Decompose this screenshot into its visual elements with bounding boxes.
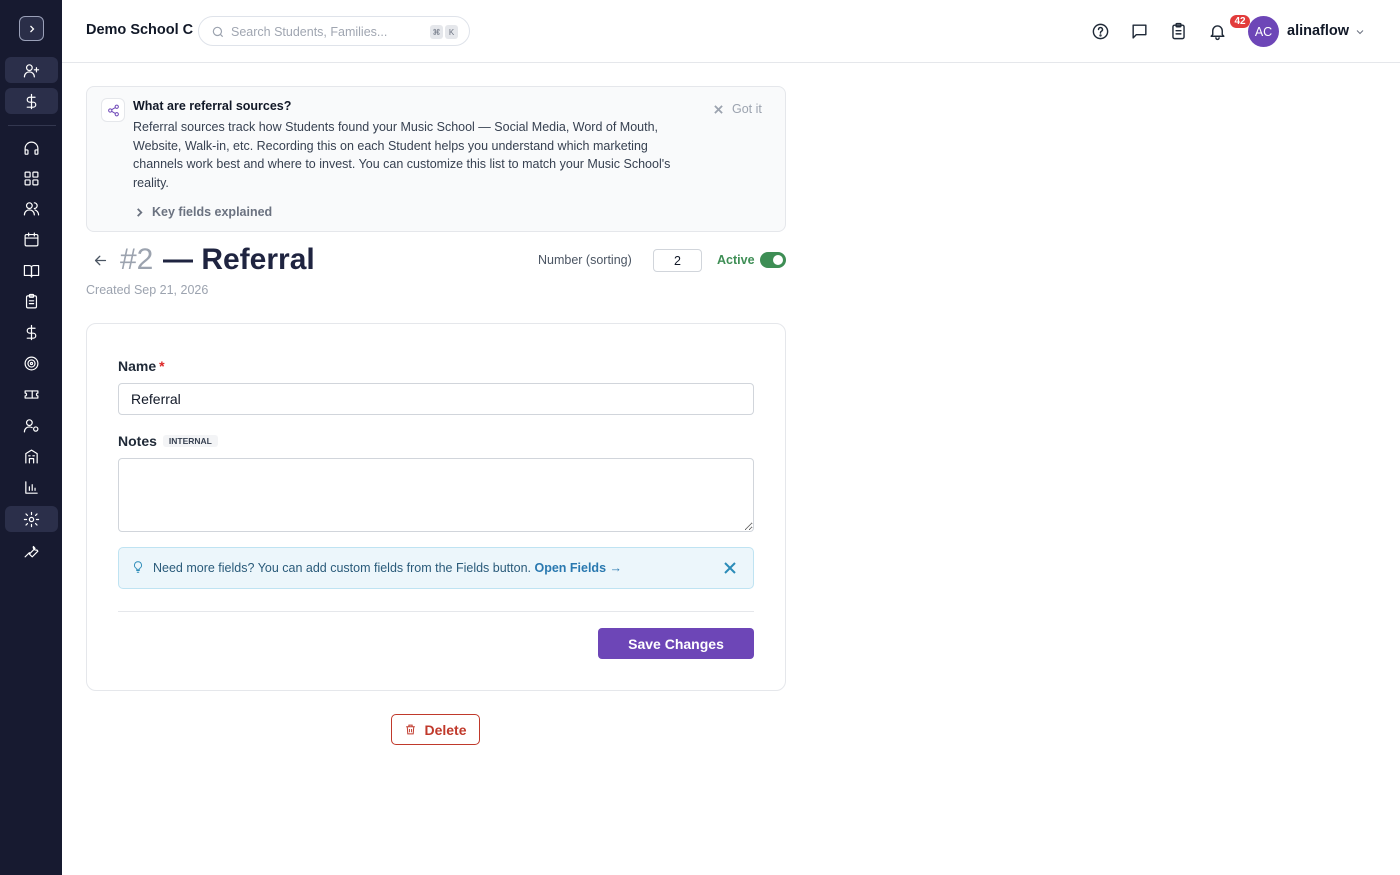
avatar[interactable]: AC	[1248, 16, 1279, 47]
wrench-icon	[24, 545, 39, 557]
bar-chart-icon	[25, 480, 38, 494]
dollar-icon	[26, 93, 37, 109]
back-button[interactable]	[92, 252, 110, 270]
notes-label-text: Notes	[118, 433, 157, 449]
created-date: Created Sep 21, 2026	[86, 283, 209, 297]
target-icon	[24, 356, 39, 370]
building-icon	[25, 449, 38, 463]
search-icon	[212, 26, 224, 38]
sidebar	[0, 0, 62, 875]
sidebar-item-lessons[interactable]	[5, 257, 58, 283]
tip-message: Need more fields? You can add custom fie…	[153, 561, 622, 575]
sidebar-item-staff[interactable]	[5, 412, 58, 438]
key-fields-label: Key fields explained	[152, 205, 273, 219]
sidebar-item-events[interactable]	[5, 381, 58, 407]
internal-badge: INTERNAL	[162, 435, 218, 447]
form-divider	[118, 611, 754, 612]
search-box[interactable]: ⌘ K	[198, 16, 470, 46]
message-square-icon	[1131, 23, 1147, 39]
active-toggle[interactable]	[760, 252, 786, 268]
required-mark: *	[159, 358, 165, 374]
info-title: What are referral sources?	[133, 99, 292, 113]
page-title: — Referral	[163, 243, 315, 276]
close-icon	[724, 562, 736, 574]
clipboard-icon	[25, 293, 38, 308]
sorting-number-label: Number (sorting)	[538, 253, 632, 267]
bell-icon	[1209, 24, 1225, 40]
search-input[interactable]	[231, 22, 421, 42]
shortcut-key-cmd: ⌘	[430, 25, 443, 39]
sidebar-item-attendance[interactable]	[5, 288, 58, 314]
close-icon	[714, 104, 723, 114]
sidebar-item-payment[interactable]	[5, 88, 58, 114]
user-plus-icon	[23, 63, 40, 77]
users-icon	[23, 201, 40, 215]
open-fields-link[interactable]: Open Fields →	[534, 561, 622, 575]
sidebar-item-settings[interactable]	[5, 506, 58, 532]
headset-icon	[24, 141, 39, 155]
clipboard-list-icon	[1171, 22, 1185, 39]
sidebar-item-students[interactable]	[5, 195, 58, 221]
chevron-right-icon	[137, 207, 143, 217]
share-icon	[101, 98, 125, 122]
lightbulb-icon	[131, 560, 146, 575]
help-button[interactable]	[1089, 20, 1111, 42]
username[interactable]: alinaflow	[1287, 23, 1349, 39]
sidebar-item-add-student[interactable]	[5, 57, 58, 83]
user-menu-toggle[interactable]	[1354, 25, 1366, 37]
record-number: #2	[120, 243, 154, 276]
arrow-left-icon	[94, 255, 107, 266]
top-bar: Demo School C ⌘ K 42 AC alinaflow	[62, 0, 1400, 63]
sidebar-item-billing[interactable]	[5, 319, 58, 345]
tip-close-button[interactable]	[724, 561, 737, 574]
notifications-button[interactable]	[1206, 20, 1228, 42]
tip-text: Need more fields? You can add custom fie…	[153, 561, 531, 575]
messages-button[interactable]	[1128, 20, 1150, 42]
sorting-number-input[interactable]	[653, 249, 702, 272]
ticket-icon	[24, 389, 39, 399]
sidebar-item-dashboard[interactable]	[5, 165, 58, 191]
calendar-icon	[24, 232, 39, 246]
dashboard-icon	[24, 171, 39, 185]
name-label: Name *	[118, 358, 165, 374]
sidebar-divider	[8, 125, 56, 126]
sidebar-expand-button[interactable]	[19, 16, 44, 41]
notes-field[interactable]	[118, 458, 754, 532]
school-name[interactable]: Demo School C	[86, 22, 193, 38]
delete-label: Delete	[424, 721, 467, 738]
got-it-label: Got it	[732, 102, 762, 116]
dollar-icon	[26, 324, 37, 340]
referral-info-card: What are referral sources? Referral sour…	[86, 86, 786, 232]
delete-button[interactable]: Delete	[391, 714, 480, 745]
got-it-button[interactable]: Got it	[714, 102, 762, 116]
name-field[interactable]	[118, 383, 754, 415]
sidebar-item-support[interactable]	[5, 135, 58, 161]
chevron-right-icon	[29, 25, 34, 32]
sidebar-item-locations[interactable]	[5, 443, 58, 469]
key-fields-toggle[interactable]: Key fields explained	[135, 205, 272, 219]
chevron-down-icon	[1356, 30, 1364, 35]
custom-fields-tip: Need more fields? You can add custom fie…	[118, 547, 754, 589]
sidebar-item-calendar[interactable]	[5, 226, 58, 252]
active-label: Active	[717, 253, 755, 267]
settings-icon	[23, 511, 40, 527]
name-label-text: Name	[118, 358, 157, 374]
notes-label: Notes INTERNAL	[118, 433, 218, 449]
sidebar-item-marketing[interactable]	[5, 350, 58, 376]
help-circle-icon	[1092, 23, 1108, 39]
edit-form-card: Name* Notes INTERNAL Need more fields? Yo…	[86, 323, 786, 691]
save-changes-button[interactable]: Save Changes	[598, 628, 754, 659]
toggle-knob	[773, 255, 783, 265]
trash-icon	[406, 724, 416, 735]
sidebar-item-tools[interactable]	[5, 537, 58, 563]
tasks-button[interactable]	[1167, 20, 1189, 42]
book-open-icon	[23, 264, 40, 277]
shortcut-key-k: K	[445, 25, 458, 39]
sidebar-item-reports[interactable]	[5, 474, 58, 500]
info-description: Referral sources track how Students foun…	[133, 120, 671, 190]
user-cog-icon	[23, 418, 39, 432]
